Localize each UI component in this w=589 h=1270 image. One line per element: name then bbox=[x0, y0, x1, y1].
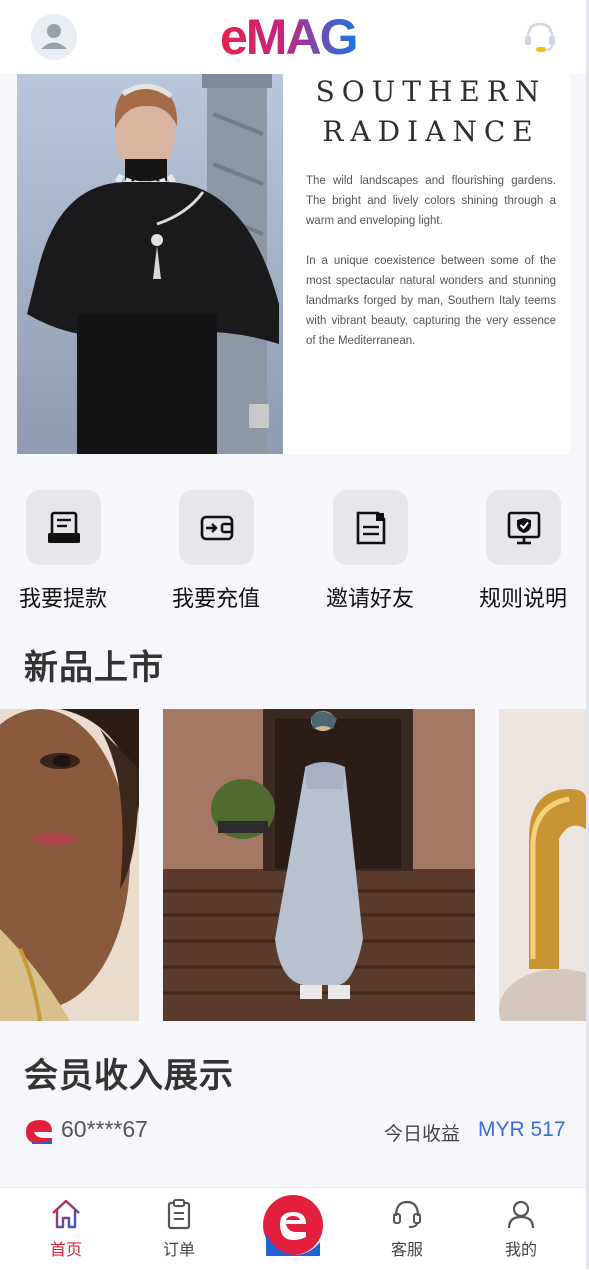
rules-label: 规则说明 bbox=[478, 587, 567, 612]
product-image-dress bbox=[163, 709, 475, 1021]
nav-emag-center-button[interactable] bbox=[262, 1194, 324, 1256]
invite-document-icon bbox=[332, 490, 408, 565]
headset-icon bbox=[393, 1200, 421, 1228]
promo-banner[interactable]: SOUTHERN RADIANCE The wild landscapes an… bbox=[17, 74, 570, 454]
product-image-gold-arch bbox=[499, 709, 586, 1021]
banner-paragraph-2: In a unique coexistence between some of … bbox=[306, 255, 556, 347]
withdraw-tray-icon bbox=[25, 490, 101, 565]
top-header: eMAG bbox=[0, 0, 586, 74]
withdraw-button[interactable]: 我要提款 bbox=[3, 490, 123, 613]
user-avatar-icon[interactable] bbox=[31, 14, 77, 60]
invite-friends-label: 邀请好友 bbox=[325, 587, 414, 612]
recharge-label: 我要充值 bbox=[171, 587, 260, 612]
withdraw-label: 我要提款 bbox=[18, 587, 107, 612]
member-income-title: 会员收入展示 bbox=[24, 1056, 234, 1096]
clipboard-icon bbox=[167, 1199, 191, 1230]
emag-logo[interactable]: eMAG bbox=[220, 9, 385, 65]
nav-profile[interactable]: 我的 bbox=[481, 1188, 561, 1260]
rules-button[interactable]: 规则说明 bbox=[463, 490, 583, 613]
product-card[interactable] bbox=[163, 709, 475, 1021]
income-record-row: 60****67 今日收益 MYR 517 bbox=[24, 1114, 569, 1150]
support-headset-icon[interactable] bbox=[522, 20, 558, 54]
product-image-portrait bbox=[0, 709, 139, 1021]
member-account: 60****67 bbox=[61, 1116, 148, 1142]
emag-e-badge-icon bbox=[24, 1118, 54, 1144]
app-page: eMAG SOUTHERN RADIANCE The wild landscap… bbox=[0, 0, 586, 1270]
banner-copy: SOUTHERN RADIANCE The wild landscapes an… bbox=[306, 74, 556, 351]
nav-support[interactable]: 客服 bbox=[367, 1188, 447, 1260]
new-arrivals-title: 新品上市 bbox=[24, 648, 164, 688]
nav-profile-label: 我的 bbox=[504, 1240, 537, 1259]
invite-friends-button[interactable]: 邀请好友 bbox=[310, 490, 430, 613]
nav-home[interactable]: 首页 bbox=[26, 1188, 106, 1260]
today-earnings-value: MYR 517 bbox=[478, 1118, 566, 1141]
today-earnings-label: 今日收益 bbox=[384, 1123, 461, 1145]
product-card[interactable] bbox=[499, 709, 586, 1021]
recharge-button[interactable]: 我要充值 bbox=[156, 490, 276, 613]
nav-home-label: 首页 bbox=[49, 1240, 82, 1259]
home-icon bbox=[52, 1199, 80, 1229]
rules-shield-monitor-icon bbox=[485, 490, 561, 565]
person-icon bbox=[507, 1200, 535, 1229]
banner-model-photo bbox=[17, 74, 283, 454]
banner-paragraph-1: The wild landscapes and flourishing gard… bbox=[306, 175, 556, 227]
logo-text: eMAG bbox=[220, 10, 356, 62]
emag-e-center-icon bbox=[263, 1195, 323, 1256]
bottom-nav: 首页 订单 客服 我的 bbox=[0, 1187, 586, 1270]
nav-support-label: 客服 bbox=[390, 1240, 423, 1259]
new-arrivals-carousel[interactable] bbox=[0, 709, 586, 1021]
wallet-recharge-icon bbox=[178, 490, 254, 565]
nav-orders[interactable]: 订单 bbox=[139, 1188, 219, 1260]
product-card[interactable] bbox=[0, 709, 139, 1021]
banner-title-line2: RADIANCE bbox=[322, 115, 540, 148]
banner-title-line1: SOUTHERN bbox=[315, 75, 547, 108]
nav-orders-label: 订单 bbox=[162, 1240, 195, 1259]
quick-actions: 我要提款 我要充值 邀请好友 规则说明 bbox=[0, 490, 586, 620]
